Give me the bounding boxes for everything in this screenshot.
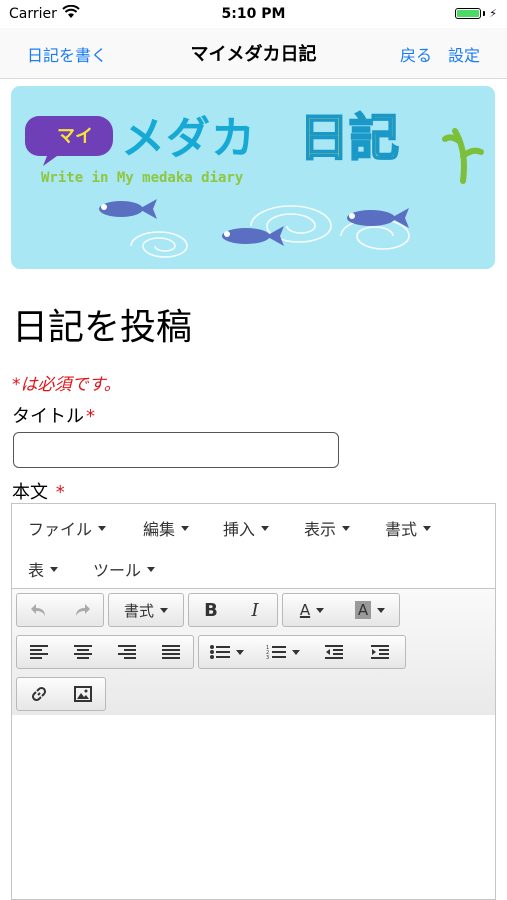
menu-edit[interactable]: 編集 (143, 516, 190, 540)
list-indent-group: 123 (198, 635, 406, 669)
menu-insert[interactable]: 挿入 (223, 516, 270, 540)
outdent-icon (325, 645, 343, 659)
history-group (16, 593, 104, 627)
font-color-icon: A (299, 601, 311, 619)
page-title: 日記を投稿 (12, 307, 193, 348)
redo-icon (75, 604, 90, 616)
undo-icon (30, 604, 45, 616)
align-center-icon (74, 645, 92, 659)
menu-file[interactable]: ファイル (28, 516, 107, 540)
format-dropdown[interactable]: 書式 (108, 593, 184, 627)
chevron-down-icon (50, 566, 59, 572)
italic-button[interactable]: I (233, 594, 277, 626)
menu-view-label: 表示 (304, 520, 337, 539)
title-label: タイトル * (12, 402, 95, 428)
body-label-text: 本文 (12, 482, 48, 503)
chevron-down-icon (98, 525, 107, 531)
outdent-button[interactable] (311, 636, 357, 668)
numbered-list-button[interactable]: 123 (255, 636, 311, 668)
redo-button[interactable] (60, 594, 103, 626)
menu-table[interactable]: 表 (28, 557, 59, 581)
editor-menubar: ファイル 編集 挿入 表示 書式 表 ツール (12, 504, 495, 588)
chevron-down-icon (236, 649, 244, 655)
chevron-down-icon (181, 525, 190, 531)
chevron-down-icon (316, 607, 325, 613)
back-button[interactable]: 戻る (400, 42, 432, 66)
insert-group (16, 677, 106, 711)
title-required-mark: * (86, 406, 95, 427)
bold-button[interactable]: B (189, 594, 233, 626)
align-center-button[interactable] (61, 636, 105, 668)
menu-edit-label: 編集 (143, 520, 176, 539)
link-button[interactable] (17, 678, 61, 710)
svg-text:3: 3 (266, 655, 269, 660)
required-note: *は必須です。 (12, 375, 121, 395)
banner-subtitle: Write in My medaka diary (41, 170, 244, 186)
editor-toolbar: 書式 B I A A 1 2 3 (12, 588, 495, 716)
navigation-bar: 日記を書く マイメダカ日記 戻る 設定 (0, 28, 507, 79)
align-justify-button[interactable] (149, 636, 193, 668)
text-style-group: B I (188, 593, 278, 627)
banner-bubble-text: マイ (57, 126, 93, 147)
title-input[interactable] (13, 432, 339, 468)
chevron-down-icon (342, 525, 351, 531)
settings-button[interactable]: 設定 (448, 42, 480, 66)
background-color-icon: A (354, 601, 372, 619)
title-label-text: タイトル (12, 406, 84, 427)
body-label: 本文 * (12, 478, 65, 504)
chevron-down-icon (377, 607, 386, 613)
image-button[interactable] (61, 678, 105, 710)
background-color-button[interactable]: A (341, 594, 399, 626)
undo-button[interactable] (17, 594, 60, 626)
menu-table-label: 表 (28, 561, 45, 580)
color-group: A A (282, 593, 400, 627)
status-bar: Carrier 5:10 PM ⚡ (0, 0, 507, 28)
chevron-down-icon (160, 607, 168, 613)
menu-format[interactable]: 書式 (385, 516, 432, 540)
chevron-down-icon (292, 649, 300, 655)
rich-text-editor: ファイル 編集 挿入 表示 書式 表 ツール 書式 B I A A 1 2 3 (11, 503, 496, 900)
battery-icon: ⚡ (455, 7, 497, 20)
status-time: 5:10 PM (221, 6, 286, 22)
format-dropdown-label: 書式 (123, 601, 154, 620)
align-justify-icon (162, 645, 180, 659)
align-left-button[interactable] (17, 636, 61, 668)
chevron-down-icon (423, 525, 432, 531)
align-left-icon (30, 645, 48, 659)
menu-format-label: 書式 (385, 520, 418, 539)
menu-tools[interactable]: ツール (93, 557, 156, 581)
nav-right-buttons: 戻る 設定 (400, 42, 480, 66)
menu-view[interactable]: 表示 (304, 516, 351, 540)
format-dropdown-button[interactable]: 書式 (109, 594, 183, 626)
banner-diary-text: 日記 (298, 108, 400, 168)
banner-main-text: メダカ (121, 113, 256, 164)
font-color-button[interactable]: A (283, 594, 341, 626)
numbered-list-icon: 123 (266, 645, 286, 660)
body-required-mark: * (55, 482, 65, 503)
menu-tools-label: ツール (93, 561, 142, 580)
menu-insert-label: 挿入 (223, 520, 256, 539)
indent-icon (371, 645, 389, 659)
alignment-group (16, 635, 194, 669)
align-right-button[interactable] (105, 636, 149, 668)
link-icon (31, 686, 47, 702)
editor-content-area[interactable] (12, 715, 495, 899)
menu-file-label: ファイル (28, 520, 93, 539)
image-icon (74, 686, 92, 702)
chevron-down-icon (147, 566, 156, 572)
chevron-down-icon (261, 525, 270, 531)
align-right-icon (118, 645, 136, 659)
bullet-list-button[interactable] (199, 636, 255, 668)
banner-image: マイ メダカ 日記 Write in My medaka diary (11, 86, 495, 269)
bullet-list-icon (210, 645, 230, 659)
indent-button[interactable] (357, 636, 403, 668)
